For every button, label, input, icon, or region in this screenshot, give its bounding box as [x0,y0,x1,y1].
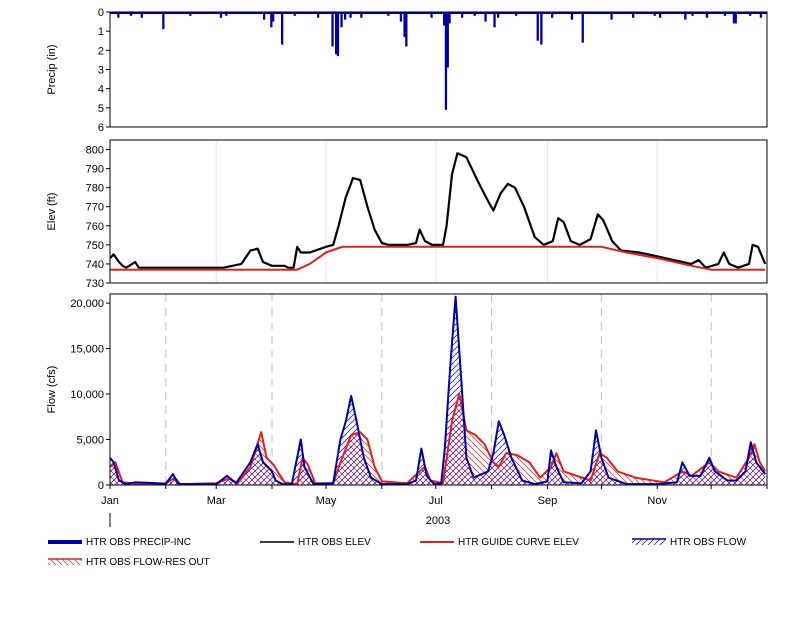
y-tick-label: 0 [98,480,104,492]
x-tick-label: Jul [429,495,443,507]
panel-3: 0 5,000 10,000 15,000 20,000 Flow (cfs) Jan Mar… [46,293,768,527]
y-tick-label: 2 [98,45,104,57]
hydrograph-chart: 0 1 2 3 4 5 6 Precip (in) 730 740 750 760 770 780 790 8… [46,7,768,527]
y-axis-label: Elev (ft) [46,193,58,231]
chart-legend: HTR OBS PRECIP-INC HTR OBS ELEV HTR GUID… [0,535,800,575]
legend-swatch-flow-icon [632,538,666,546]
legend-label: HTR OBS ELEV [298,537,371,548]
x-tick-label: Mar [207,495,226,507]
x-axis-year-label: 2003 [426,515,450,527]
y-tick-label: 10,000 [70,389,104,401]
x-tick-label: Sep [538,495,558,507]
y-tick-label: 0 [98,7,104,19]
legend-item-guide-curve: HTR GUIDE CURVE ELEV [420,537,579,548]
y-tick-label: 1 [98,26,104,38]
y-tick-label: 730 [86,278,104,290]
legend-item-flow: HTR OBS FLOW [632,537,746,548]
y-tick-label: 5,000 [76,435,104,447]
precip-bar [536,12,539,41]
y-tick-label: 20,000 [70,298,104,310]
precip-bar [162,12,165,30]
plot-area [110,294,767,485]
y-tick-label: 770 [86,202,104,214]
y-tick-label: 4 [98,84,104,96]
legend-item-res-out: HTR OBS FLOW-RES OUT [48,557,210,568]
y-axis-label: Flow (cfs) [46,366,58,414]
legend-item-precip: HTR OBS PRECIP-INC [48,537,191,548]
precip-bar [336,12,340,57]
y-tick-label: 780 [86,183,104,195]
legend-label: HTR OBS FLOW [670,537,747,548]
y-tick-label: 740 [86,259,104,271]
x-tick-label: Nov [647,495,667,507]
legend-label: HTR OBS PRECIP-INC [86,537,192,548]
panel-1: 0 1 2 3 4 5 6 Precip (in) [46,7,768,134]
x-tick-label: May [316,495,337,507]
precip-bar [493,12,496,28]
y-tick-label: 760 [86,221,104,233]
legend-swatch-guide-icon [420,541,454,544]
legend-item-elev: HTR OBS ELEV [260,537,371,548]
legend-swatch-precip-icon [48,540,82,545]
y-tick-label: 3 [98,65,104,77]
precip-bar [405,12,408,47]
y-tick-label: 6 [98,122,104,134]
y-tick-label: 15,000 [70,344,104,356]
legend-label: HTR OBS FLOW-RES OUT [86,557,210,568]
legend-swatch-elev-icon [260,541,294,544]
y-tick-label: 800 [86,145,104,157]
legend-label: HTR GUIDE CURVE ELEV [458,537,579,548]
plot-area [110,12,767,127]
y-tick-label: 790 [86,164,104,176]
y-tick-label: 5 [98,103,104,115]
legend-swatch-res-out-icon [48,558,82,566]
x-tick-label: Jan [101,495,119,507]
y-tick-label: 750 [86,240,104,252]
precip-bar [281,12,284,45]
precip-bar [340,12,343,28]
precip-bar [540,12,543,45]
y-axis-label: Precip (in) [46,44,58,94]
precip-bar [581,12,584,43]
precip-bar [331,12,334,47]
panel-2: 730 740 750 760 770 780 790 800 Elev (ft) [46,139,768,290]
